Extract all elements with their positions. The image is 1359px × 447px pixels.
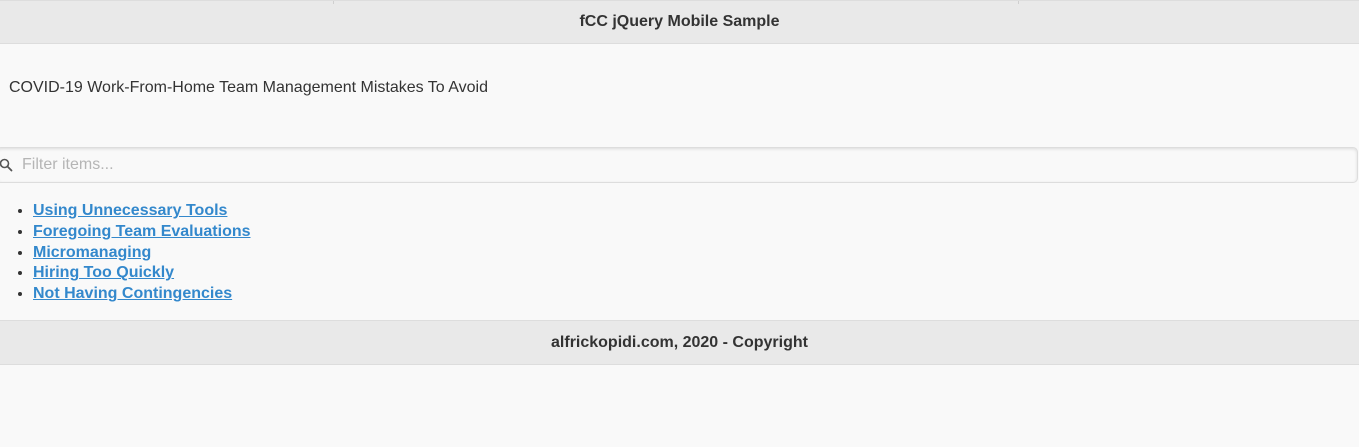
- page-footer: alfrickopidi.com, 2020 - Copyright: [0, 320, 1359, 365]
- list-link-hiring-too-quickly[interactable]: Hiring Too Quickly: [33, 264, 174, 281]
- list-link-using-unnecessary-tools[interactable]: Using Unnecessary Tools: [33, 202, 227, 219]
- page-title: fCC jQuery Mobile Sample: [579, 13, 780, 30]
- footer-text: alfrickopidi.com, 2020 - Copyright: [551, 333, 808, 351]
- list-item: Hiring Too Quickly: [33, 263, 251, 284]
- list-link-micromanaging[interactable]: Micromanaging: [33, 244, 151, 261]
- list-link-not-having-contingencies[interactable]: Not Having Contingencies: [33, 285, 232, 302]
- page: fCC jQuery Mobile Sample COVID-19 Work-F…: [0, 0, 1359, 447]
- filter-bar: [0, 147, 1358, 183]
- header-divider-mark: [333, 1, 334, 4]
- list-item: Using Unnecessary Tools: [33, 201, 251, 222]
- list-item: Not Having Contingencies: [33, 284, 251, 305]
- search-icon: [0, 158, 13, 172]
- filter-input[interactable]: [22, 148, 1322, 182]
- list-link-foregoing-team-evaluations[interactable]: Foregoing Team Evaluations: [33, 223, 251, 240]
- list-item: Micromanaging: [33, 243, 251, 264]
- list-item: Foregoing Team Evaluations: [33, 222, 251, 243]
- content-heading: COVID-19 Work-From-Home Team Management …: [9, 79, 488, 96]
- mistakes-list: Using Unnecessary Tools Foregoing Team E…: [0, 201, 251, 305]
- header-divider-mark: [1018, 1, 1019, 4]
- page-header: fCC jQuery Mobile Sample: [0, 0, 1359, 44]
